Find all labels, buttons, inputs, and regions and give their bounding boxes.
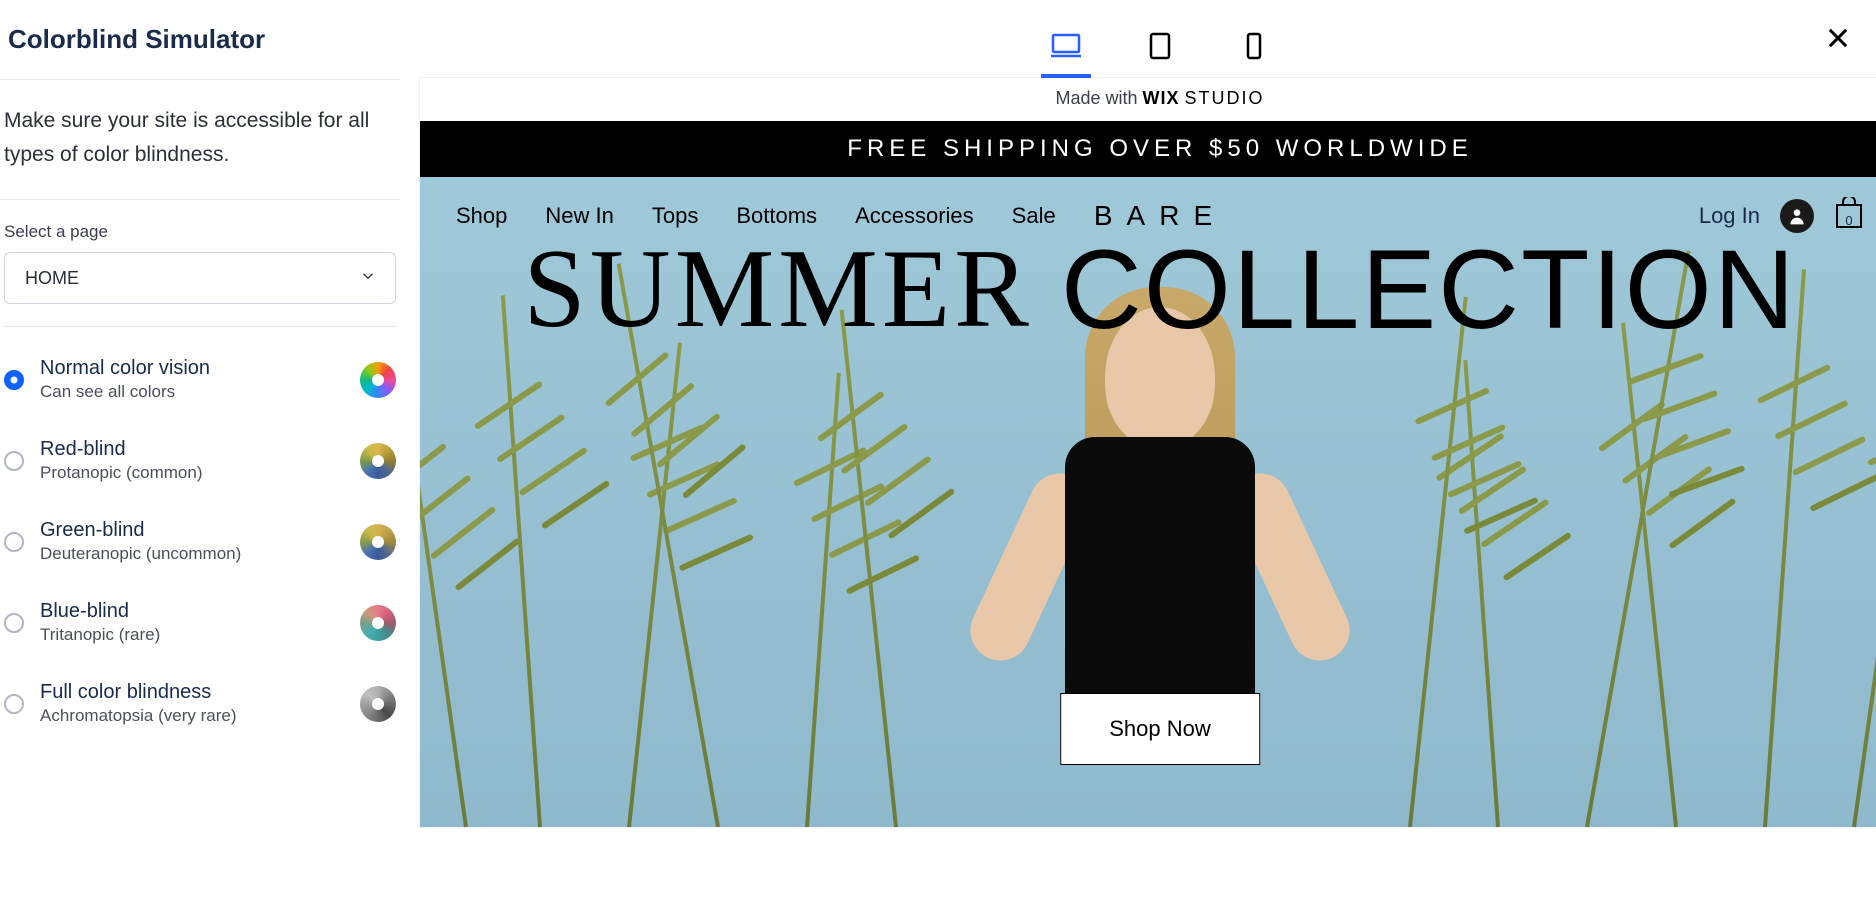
nav-link-shop[interactable]: Shop (456, 203, 507, 229)
option-subtitle: Protanopic (common) (40, 463, 344, 483)
option-subtitle: Can see all colors (40, 382, 344, 402)
nav-link-accessories[interactable]: Accessories (855, 203, 974, 229)
login-link[interactable]: Log In (1699, 203, 1760, 229)
color-wheel-icon (360, 362, 396, 398)
close-button[interactable] (1824, 24, 1852, 57)
site-brand[interactable]: BARE (1094, 200, 1226, 232)
nav-link-sale[interactable]: Sale (1012, 203, 1056, 229)
promo-banner: FREE SHIPPING OVER $50 WORLDWIDE (420, 121, 1876, 177)
page-select-label: Select a page (0, 200, 400, 252)
page-select[interactable]: HOME (4, 252, 396, 304)
nav-link-new-in[interactable]: New In (545, 203, 613, 229)
device-tab-mobile[interactable] (1229, 28, 1279, 78)
panel-description: Make sure your site is accessible for al… (0, 80, 400, 200)
vision-option-2[interactable]: Green-blindDeuteranopic (uncommon) (4, 501, 396, 582)
nav-link-bottoms[interactable]: Bottoms (736, 203, 817, 229)
cart-count: 0 (1834, 213, 1864, 228)
vision-option-0[interactable]: Normal color visionCan see all colors (4, 339, 396, 420)
device-tab-desktop[interactable] (1041, 28, 1091, 78)
option-subtitle: Tritanopic (rare) (40, 625, 344, 645)
option-subtitle: Achromatopsia (very rare) (40, 706, 344, 726)
hero-title-word2: COLLECTION (1061, 225, 1797, 354)
option-title: Full color blindness (40, 681, 344, 704)
radio-icon (4, 694, 24, 714)
page-select-value: HOME (25, 268, 79, 289)
option-subtitle: Deuteranopic (uncommon) (40, 544, 344, 564)
device-tab-tablet[interactable] (1135, 28, 1185, 78)
user-avatar-icon[interactable] (1780, 199, 1814, 233)
hero-title-word1: SUMMER (523, 225, 1032, 354)
vision-option-1[interactable]: Red-blindProtanopic (common) (4, 420, 396, 501)
shopping-bag-icon[interactable]: 0 (1834, 197, 1864, 235)
color-wheel-icon (360, 443, 396, 479)
option-title: Blue-blind (40, 600, 344, 623)
shop-now-button[interactable]: Shop Now (1060, 693, 1260, 765)
radio-icon (4, 451, 24, 471)
site-preview: Made with WIX STUDIO FREE SHIPPING OVER … (420, 78, 1876, 827)
radio-icon (4, 613, 24, 633)
radio-icon (4, 370, 24, 390)
made-with-label: Made with WIX STUDIO (420, 78, 1876, 121)
vision-option-4[interactable]: Full color blindnessAchromatopsia (very … (4, 663, 396, 744)
option-title: Normal color vision (40, 357, 344, 380)
color-wheel-icon (360, 524, 396, 560)
vision-option-3[interactable]: Blue-blindTritanopic (rare) (4, 582, 396, 663)
option-title: Green-blind (40, 519, 344, 542)
radio-icon (4, 532, 24, 552)
nav-link-tops[interactable]: Tops (652, 203, 698, 229)
color-wheel-icon (360, 686, 396, 722)
color-wheel-icon (360, 605, 396, 641)
option-title: Red-blind (40, 438, 344, 461)
panel-title: Colorblind Simulator (8, 24, 265, 55)
chevron-down-icon (359, 267, 377, 290)
